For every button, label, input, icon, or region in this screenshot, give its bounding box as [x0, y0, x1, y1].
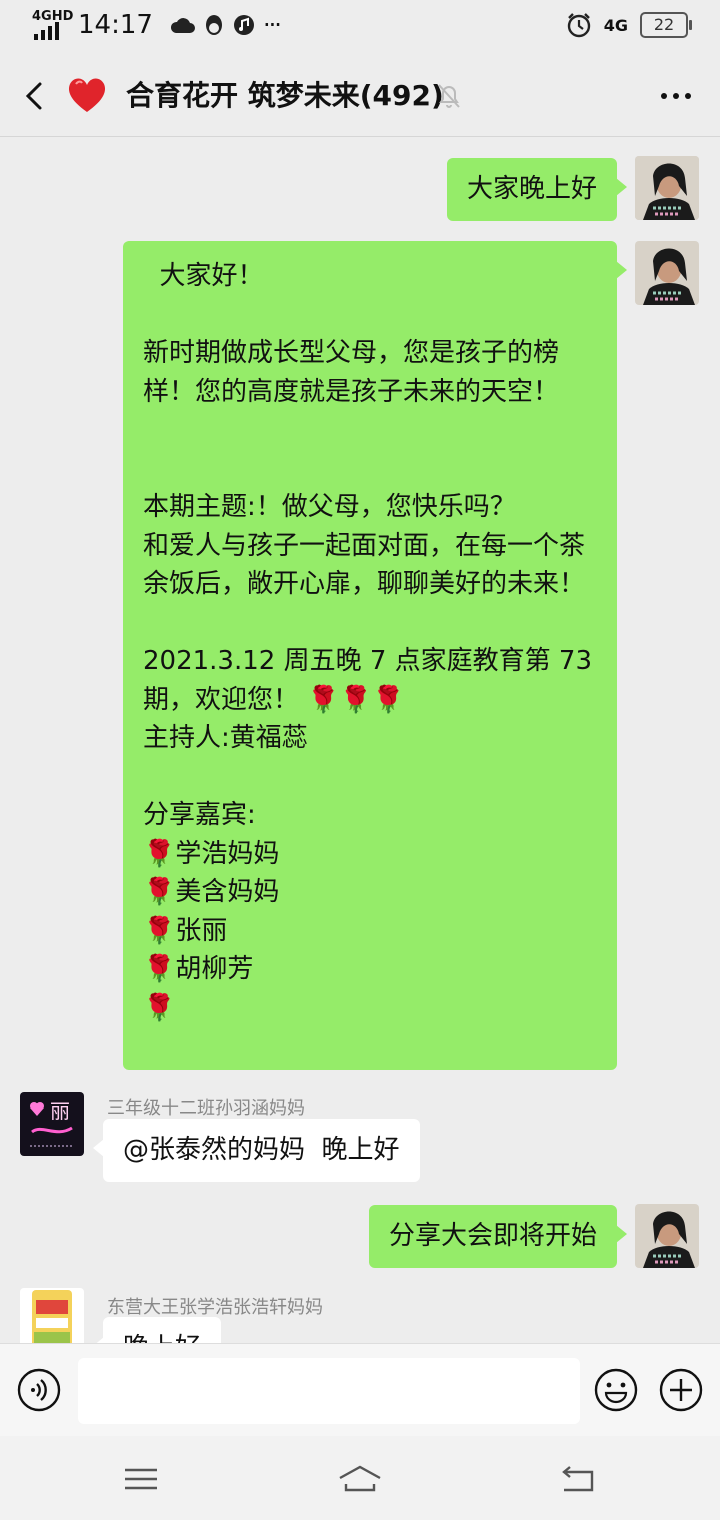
avatar[interactable]: [635, 1204, 699, 1268]
cloud-icon: [170, 18, 195, 33]
plus-icon[interactable]: [659, 1368, 703, 1412]
menu-icon[interactable]: [121, 1464, 161, 1494]
input-bar: [0, 1343, 720, 1437]
message-input[interactable]: [78, 1358, 580, 1424]
more-icon[interactable]: [658, 86, 694, 106]
cell-signal-icon: 4GHD: [32, 10, 73, 40]
emoji-icon[interactable]: [594, 1368, 638, 1412]
message-bubble[interactable]: @张泰然的妈妈 晚上好: [93, 1119, 420, 1182]
heart-icon: [68, 78, 106, 112]
more-notifications-icon: ···: [262, 11, 282, 39]
avatar-text: 丽: [50, 1099, 70, 1123]
chat-title: 合育花开 筑梦未来(492): [126, 79, 444, 112]
music-icon: [233, 15, 254, 35]
system-navigation-bar: [0, 1436, 720, 1520]
alarm-icon: [567, 13, 590, 38]
voice-icon[interactable]: [17, 1368, 61, 1412]
back-icon[interactable]: [558, 1464, 598, 1494]
message-bubble[interactable]: 大家好！ 新时期做成长型父母，您是孩子的榜样！您的高度就是孩子未来的天空！ 本期…: [123, 241, 627, 1070]
message-bubble[interactable]: 分享大会即将开始: [368, 1205, 628, 1268]
message-bubble[interactable]: 大家晚上好: [446, 158, 628, 221]
clock: 14:17: [78, 10, 153, 40]
sender-name: 东营大王张学浩张浩轩妈妈: [107, 1297, 323, 1318]
back-arrow-icon[interactable]: [18, 78, 54, 114]
avatar[interactable]: [635, 241, 699, 305]
qq-penguin-icon: [205, 15, 222, 35]
avatar[interactable]: [20, 1288, 84, 1343]
message-list[interactable]: 大家晚上好 大家好！ 新时期做成长型父母，您是孩子的榜样！您的高度就是孩子未来的…: [0, 137, 720, 1343]
avatar[interactable]: [635, 156, 699, 220]
status-bar: 4GHD 14:17 ··· 4G 22: [0, 0, 720, 56]
home-icon[interactable]: [336, 1464, 384, 1494]
sender-name: 三年级十二班孙羽涵妈妈: [107, 1098, 305, 1119]
message-bubble[interactable]: 晚上好: [92, 1317, 222, 1343]
avatar[interactable]: 丽: [20, 1092, 84, 1156]
chat-header: 合育花开 筑梦未来(492): [0, 56, 720, 137]
cell-type: 4G: [603, 15, 628, 35]
battery-icon: 22: [640, 12, 692, 38]
battery-level: 22: [653, 15, 675, 34]
mute-bell-icon: [438, 84, 460, 108]
